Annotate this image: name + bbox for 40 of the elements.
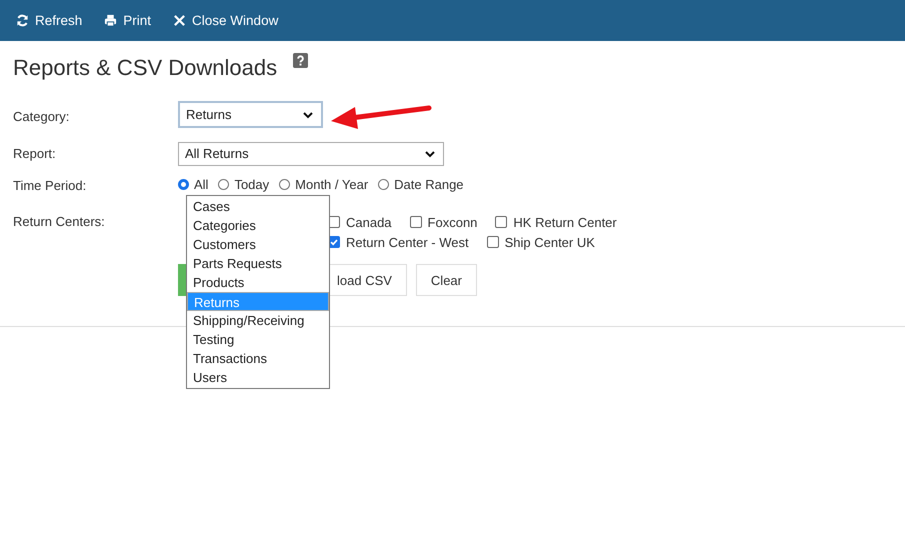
print-icon xyxy=(104,14,118,27)
radio-label[interactable]: Today xyxy=(234,176,270,192)
refresh-icon xyxy=(16,14,29,27)
page-title: Reports & CSV Downloads xyxy=(13,55,278,81)
checkbox-label[interactable]: Ship Center UK xyxy=(504,234,595,250)
checkbox-label[interactable]: Canada xyxy=(346,214,392,230)
checkbox-label[interactable]: Return Center - West xyxy=(346,234,469,250)
dropdown-option[interactable]: Customers xyxy=(187,235,329,254)
checkbox[interactable] xyxy=(495,216,508,228)
close-icon xyxy=(173,14,186,27)
chevron-icon xyxy=(425,150,435,158)
radio-button[interactable] xyxy=(279,178,290,190)
dropdown-option[interactable]: Categories xyxy=(187,216,329,235)
dropdown-option[interactable]: Testing xyxy=(187,330,329,349)
checkbox[interactable] xyxy=(410,216,422,228)
refresh-button[interactable]: Refresh xyxy=(16,13,82,28)
field-label: Category: xyxy=(13,108,70,126)
checkbox-label[interactable]: Foxconn xyxy=(428,214,478,230)
radio-label[interactable]: All xyxy=(194,176,208,192)
radio-button[interactable] xyxy=(178,178,189,190)
print-button[interactable]: Print xyxy=(104,13,152,28)
field-label: Return Centers: xyxy=(13,213,106,231)
chevron-icon xyxy=(303,110,313,118)
report-select[interactable]: All Returns xyxy=(178,142,444,166)
checkbox-label[interactable]: HK Return Center xyxy=(513,214,617,230)
field-label: Time Period: xyxy=(13,177,88,195)
radio-button[interactable] xyxy=(378,178,390,190)
dropdown-option[interactable]: Shipping/Receiving xyxy=(187,311,329,330)
help-icon[interactable] xyxy=(293,53,308,68)
radio-label[interactable]: Date Range xyxy=(394,176,464,192)
close-button[interactable]: Close Window xyxy=(173,13,278,28)
radio-label[interactable]: Month / Year xyxy=(295,176,368,192)
checkbox[interactable] xyxy=(486,236,499,248)
dropdown-option[interactable]: Transactions xyxy=(187,349,329,368)
dropdown-option[interactable]: Cases xyxy=(187,197,329,216)
action-button[interactable]: Clear xyxy=(416,264,477,296)
radio-button[interactable] xyxy=(218,178,230,190)
field-label: Report: xyxy=(13,145,57,163)
dropdown-option[interactable]: Users xyxy=(187,368,329,387)
category-select[interactable]: Returns xyxy=(178,101,323,128)
